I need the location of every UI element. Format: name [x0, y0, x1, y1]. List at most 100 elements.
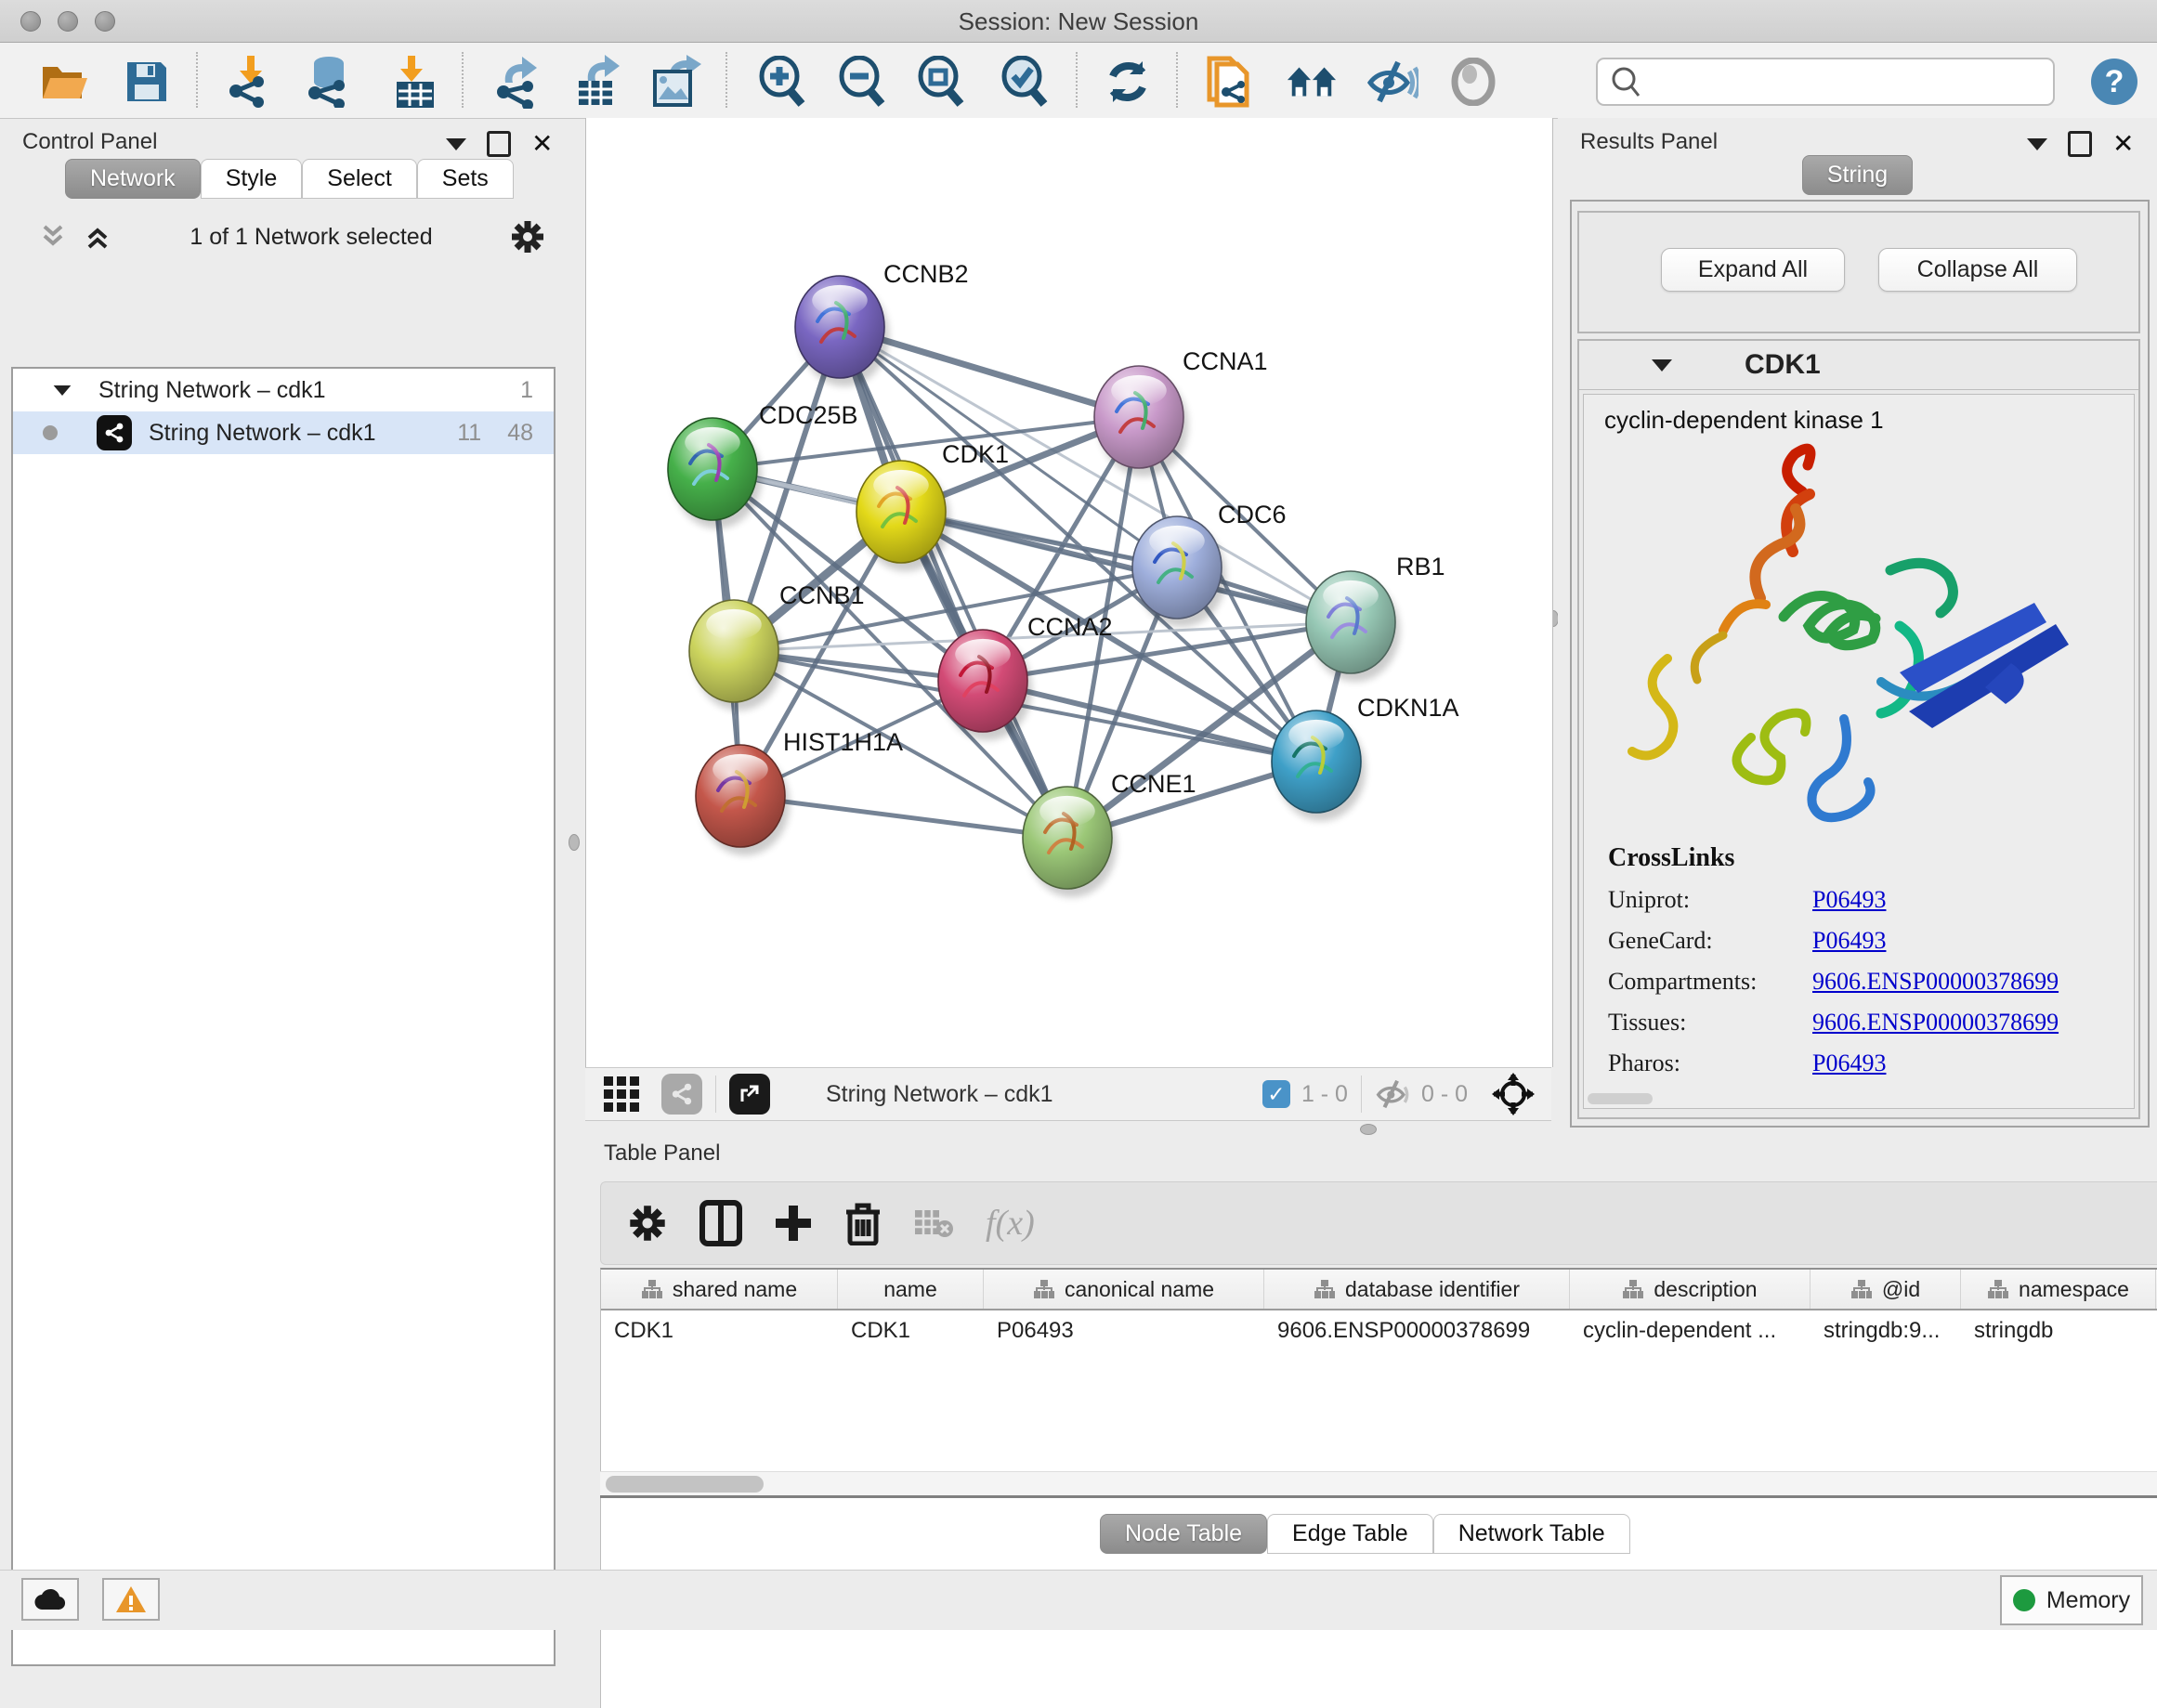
column-header-namespace[interactable]: namespace	[1961, 1270, 2156, 1309]
hide-objects-icon[interactable]	[1366, 56, 1418, 108]
panel-menu-icon[interactable]	[446, 138, 466, 150]
tab-select[interactable]: Select	[302, 159, 416, 199]
table-cell[interactable]: CDK1	[601, 1318, 838, 1344]
table-options-gear-icon[interactable]	[627, 1203, 668, 1244]
tab-string-results[interactable]: String	[1802, 155, 1913, 195]
export-table-icon[interactable]	[571, 56, 623, 108]
collapse-all-tree-icon[interactable]	[37, 223, 69, 251]
column-header-shared-name[interactable]: shared name	[601, 1270, 838, 1309]
panel-float-icon[interactable]	[2068, 131, 2092, 157]
selected-checkbox-icon[interactable]: ✓	[1262, 1080, 1290, 1108]
left-splitter-handle[interactable]	[569, 834, 580, 851]
collapse-all-button[interactable]: Collapse All	[1878, 248, 2077, 292]
zoom-fit-icon[interactable]	[915, 56, 967, 108]
horizontal-splitter-handle[interactable]	[1360, 1124, 1377, 1135]
memory-button[interactable]: Memory	[2000, 1575, 2143, 1625]
cloud-button[interactable]	[21, 1578, 79, 1621]
network-row-selected[interactable]: String Network – cdk1 11 48	[13, 411, 554, 454]
node-CDK1[interactable]: CDK1	[856, 440, 1009, 571]
node-CCNE1[interactable]: CCNE1	[1023, 770, 1196, 897]
add-column-icon[interactable]	[774, 1204, 813, 1243]
tab-node-table[interactable]: Node Table	[1100, 1514, 1267, 1554]
panel-close-icon[interactable]: ✕	[2112, 134, 2134, 154]
crosslink-value[interactable]: P06493	[1812, 1050, 1886, 1077]
show-columns-icon[interactable]	[699, 1200, 742, 1246]
open-in-new-window-icon[interactable]	[729, 1074, 770, 1115]
help-icon[interactable]: ?	[2088, 56, 2140, 108]
entry-scrollbar-thumb[interactable]	[1588, 1093, 1653, 1104]
expand-all-button[interactable]: Expand All	[1661, 248, 1845, 292]
results-panel: Results Panel ✕ String Expand All Collap…	[1558, 118, 2157, 1137]
share-document-icon[interactable]	[1202, 56, 1254, 108]
column-header-database-identifier[interactable]: database identifier	[1264, 1270, 1570, 1309]
warnings-button[interactable]	[102, 1578, 160, 1621]
tab-style[interactable]: Style	[201, 159, 303, 199]
search-input[interactable]	[1648, 62, 2053, 101]
node-CDC6[interactable]: CDC6	[1132, 501, 1287, 627]
refresh-icon[interactable]	[1102, 56, 1154, 108]
panel-float-icon[interactable]	[487, 131, 511, 157]
column-header-@id[interactable]: @id	[1811, 1270, 1961, 1309]
table-cell[interactable]: 9606.ENSP00000378699	[1264, 1318, 1570, 1344]
network-collection-row[interactable]: String Network – cdk1 1	[13, 369, 554, 411]
panel-close-icon[interactable]: ✕	[531, 134, 553, 154]
import-network-file-icon[interactable]	[225, 56, 277, 108]
network-options-gear-icon[interactable]	[509, 218, 546, 255]
crosslink-value[interactable]: 9606.ENSP00000378699	[1812, 968, 2059, 996]
column-header-name[interactable]: name	[838, 1270, 984, 1309]
string-network-graph[interactable]: CCNB2CCNA1CDC25BCDK1CDC6RB1CCNB1CCNA2CDK…	[586, 118, 1550, 1067]
node-HIST1H1A[interactable]: HIST1H1A	[696, 728, 903, 855]
network-label: String Network – cdk1	[149, 420, 376, 447]
table-cell[interactable]: CDK1	[838, 1318, 984, 1344]
network-selection-summary: 1 of 1 Network selected	[113, 224, 509, 251]
table-cell[interactable]: cyclin-dependent ...	[1570, 1318, 1811, 1344]
fit-selected-crosshair-icon[interactable]	[1492, 1073, 1535, 1115]
network-view-canvas[interactable]: CCNB2CCNA1CDC25BCDK1CDC6RB1CCNB1CCNA2CDK…	[585, 118, 1553, 1067]
column-mapping-icon	[1987, 1279, 2009, 1299]
expand-collapse-box: Expand All Collapse All	[1577, 211, 2140, 333]
node-CDKN1A[interactable]: CDKN1A	[1272, 694, 1459, 821]
zoom-out-icon[interactable]	[836, 56, 888, 108]
table-cell[interactable]: stringdb	[1961, 1318, 2156, 1344]
export-network-icon[interactable]	[490, 56, 543, 108]
panel-menu-icon[interactable]	[2027, 138, 2047, 150]
open-folder-icon[interactable]	[39, 56, 91, 108]
entry-expander-icon[interactable]	[1652, 359, 1672, 372]
expand-all-tree-icon[interactable]	[82, 223, 113, 251]
node-RB1[interactable]: RB1	[1306, 553, 1445, 682]
table-cell[interactable]: stringdb:9...	[1811, 1318, 1961, 1344]
import-network-database-icon[interactable]	[303, 56, 355, 108]
table-hscrollbar-thumb[interactable]	[606, 1476, 764, 1493]
import-table-icon[interactable]	[388, 56, 440, 108]
crosslink-value[interactable]: P06493	[1812, 927, 1886, 955]
cloud-icon	[33, 1587, 67, 1611]
export-image-icon[interactable]	[650, 56, 702, 108]
node-label-CDC25B: CDC25B	[759, 401, 858, 429]
column-header-canonical-name[interactable]: canonical name	[984, 1270, 1264, 1309]
tab-network-table[interactable]: Network Table	[1433, 1514, 1630, 1554]
show-objects-icon[interactable]	[1447, 56, 1499, 108]
zoom-selected-icon[interactable]	[999, 56, 1051, 108]
column-mapping-icon	[641, 1279, 663, 1299]
save-icon[interactable]	[121, 56, 173, 108]
network-share-icon	[97, 415, 132, 450]
birds-eye-view-icon[interactable]	[602, 1075, 641, 1114]
string-style-icon[interactable]	[661, 1074, 702, 1115]
delete-column-icon[interactable]	[844, 1201, 882, 1245]
crosslinks-title: CrossLinks	[1608, 843, 2134, 873]
tab-edge-table[interactable]: Edge Table	[1267, 1514, 1433, 1554]
node-label-CCNA1: CCNA1	[1183, 347, 1268, 375]
zoom-in-icon[interactable]	[756, 56, 808, 108]
table-row[interactable]: CDK1CDK1P064939606.ENSP00000378699cyclin…	[601, 1310, 2157, 1351]
crosslink-value[interactable]: P06493	[1812, 886, 1886, 914]
column-header-description[interactable]: description	[1570, 1270, 1811, 1309]
homes-icon[interactable]	[1286, 56, 1338, 108]
tree-expander-icon[interactable]	[54, 385, 72, 395]
table-hscrollbar[interactable]	[600, 1471, 2157, 1496]
table-cell[interactable]: P06493	[984, 1318, 1264, 1344]
tab-sets[interactable]: Sets	[417, 159, 514, 199]
tab-network[interactable]: Network	[65, 159, 201, 199]
crosslink-value[interactable]: 9606.ENSP00000378699	[1812, 1009, 2059, 1037]
node-label-CCNA2: CCNA2	[1027, 613, 1113, 641]
edge-CCNB2-CCNE1[interactable]	[840, 327, 1067, 838]
